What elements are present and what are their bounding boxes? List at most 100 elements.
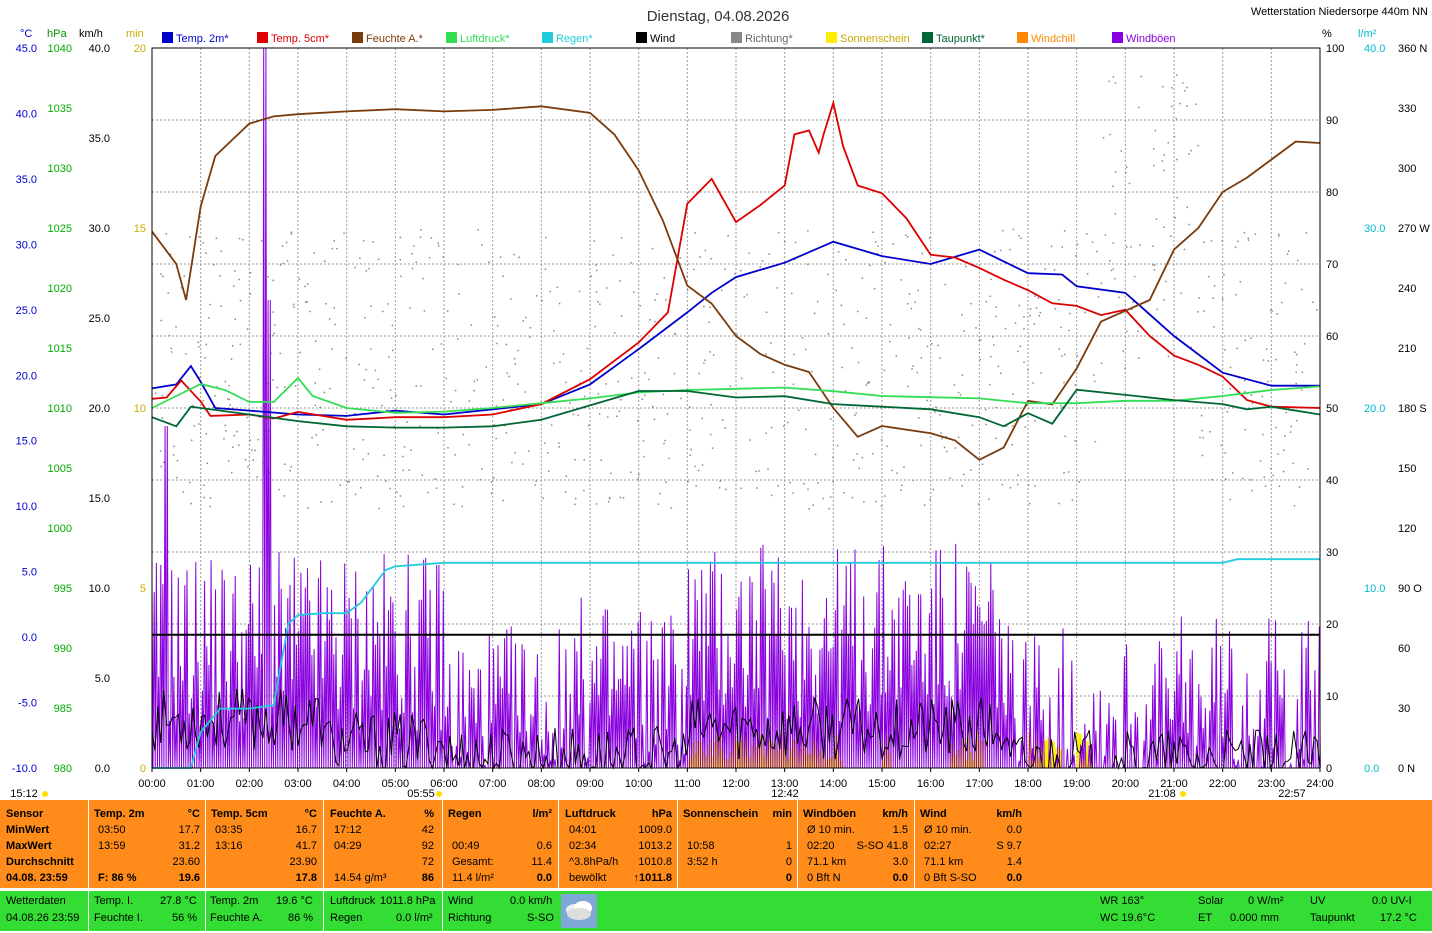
table-cell: 1.4 <box>1006 856 1022 868</box>
legend-swatch <box>922 32 933 43</box>
axis-tick-pct: 50 <box>1326 403 1338 415</box>
table-cell: 86 <box>421 872 434 884</box>
table-cell: Durchschnitt <box>6 856 74 868</box>
table-cell: 04:01 <box>569 824 597 836</box>
et-value: 0.000 mm <box>1230 912 1279 924</box>
legend-swatch <box>1112 32 1123 43</box>
table-cell: Regen <box>448 808 482 820</box>
axis-tick-dir: 360 N <box>1398 43 1427 55</box>
axis-tick-temp: 5.0 <box>22 567 37 579</box>
axis-tick-dir: 150 <box>1398 463 1416 475</box>
wetterdaten-label: Wetterdaten <box>6 895 66 907</box>
axis-tick-pct: 20 <box>1326 619 1338 631</box>
table-cell: 14.54 g/m³ <box>334 872 387 884</box>
axis-tick-rain: 30.0 <box>1364 223 1385 235</box>
table-cell: % <box>424 808 434 820</box>
axis-tick-hpa: 1025 <box>48 223 72 235</box>
temp-i-value: 27.8 °C <box>160 895 197 907</box>
current-values-bar: Wetterdaten 04.08.26 23:59 Temp. I. 27.8… <box>0 891 1432 931</box>
table-cell: 3:52 h <box>687 856 718 868</box>
table-cell: Ø 10 min. <box>924 824 972 836</box>
legend-label: Regen* <box>556 33 593 45</box>
table-cell: 3.0 <box>892 856 908 868</box>
temp2m-label: Temp. 2m <box>210 895 259 907</box>
axis-tick-hpa: 1020 <box>48 283 72 295</box>
luftdruck-label: Luftdruck <box>330 895 376 907</box>
axis-tick-kmh: 5.0 <box>95 673 110 685</box>
table-cell: 19.6 <box>178 872 200 884</box>
axis-tick-hpa: 990 <box>54 643 72 655</box>
x-tick-label: 19:00 <box>1063 778 1091 790</box>
table-cell: 71.1 km <box>924 856 964 868</box>
series-line <box>151 105 1321 461</box>
axis-tick-pct: 70 <box>1326 259 1338 271</box>
axis-tick-pct: 10 <box>1326 691 1338 703</box>
legend-label: Wind <box>650 33 675 45</box>
x-tick-label: 09:00 <box>576 778 604 790</box>
table-cell: km/h <box>882 808 908 820</box>
table-cell: 16.7 <box>295 824 317 836</box>
axis-tick-hpa: 995 <box>54 583 72 595</box>
table-cell: 1.5 <box>892 824 908 836</box>
table-cell: °C <box>304 808 317 820</box>
axis-tick-hpa: 985 <box>54 703 72 715</box>
x-tick-label: 10:00 <box>625 778 653 790</box>
axis-tick-dir: 90 O <box>1398 583 1422 595</box>
temp-i-label: Temp. I. <box>94 895 134 907</box>
table-cell: 11.4 <box>531 856 552 868</box>
unit-kmh: km/h <box>79 28 103 40</box>
legend-swatch <box>162 32 173 43</box>
axis-tick-temp: -10.0 <box>12 763 37 775</box>
solar-value: 0 W/m² <box>1248 895 1284 907</box>
axis-tick-pct: 30 <box>1326 547 1338 559</box>
table-cell: 1 <box>785 840 792 852</box>
axis-tick-temp: 0.0 <box>22 632 37 644</box>
table-cell: 42 <box>421 824 434 836</box>
axis-tick-rain: 20.0 <box>1364 403 1385 415</box>
axis-tick-dir: 330 <box>1398 103 1416 115</box>
legend-swatch <box>1017 32 1028 43</box>
table-cell: 72 <box>421 856 434 868</box>
axis-tick-min: 0 <box>140 763 146 775</box>
table-cell: 0.6 <box>536 840 552 852</box>
legend-swatch <box>446 32 457 43</box>
legend-label: Luftdruck* <box>460 33 510 45</box>
table-cell: 02:20 <box>807 840 835 852</box>
table-cell: F: 86 % <box>98 872 137 884</box>
legend-label: Windböen <box>1126 33 1176 45</box>
axis-tick-min: 5 <box>140 583 146 595</box>
x-tick-label: 16:00 <box>917 778 945 790</box>
legend-swatch <box>352 32 363 43</box>
axis-tick-dir: 0 N <box>1398 763 1415 775</box>
wetterdaten-time: 04.08.26 23:59 <box>6 912 80 924</box>
table-cell: 03:35 <box>215 824 243 836</box>
table-cell: 04.08. 23:59 <box>6 872 68 884</box>
axis-tick-hpa: 1010 <box>48 403 72 415</box>
richtung-label: Richtung <box>448 912 492 924</box>
x-tick-label: 15:00 <box>868 778 896 790</box>
feuchte-a-label: Feuchte A. <box>210 912 263 924</box>
axis-tick-pct: 40 <box>1326 475 1338 487</box>
axis-tick-temp: 45.0 <box>16 43 37 55</box>
unit-pct: % <box>1322 28 1332 40</box>
axis-tick-hpa: 1040 <box>48 43 72 55</box>
table-cell: 71.1 km <box>807 856 847 868</box>
x-tick-label: 24:00 <box>1306 778 1334 790</box>
axis-tick-hpa: 1015 <box>48 343 72 355</box>
x-tick-label: 12:00 <box>722 778 750 790</box>
legend-label: Feuchte A.* <box>366 33 424 45</box>
unit-min: min <box>126 28 144 40</box>
axis-tick-pct: 100 <box>1326 43 1344 55</box>
table-cell: ↑1011.8 <box>633 872 672 884</box>
axis-tick-hpa: 980 <box>54 763 72 775</box>
astro-moonset: 15:12 <box>10 788 38 800</box>
table-cell: Windböen <box>803 808 857 820</box>
regen-label: Regen <box>330 912 363 924</box>
table-cell: 0.0 <box>1006 824 1022 836</box>
table-cell: 0 Bft S-SO <box>924 872 977 884</box>
axis-tick-pct: 0 <box>1326 763 1332 775</box>
table-cell: MinWert <box>6 824 50 836</box>
table-cell: Sonnenschein <box>683 808 759 820</box>
table-cell: 0 <box>785 872 792 884</box>
table-cell: 02:27 <box>924 840 952 852</box>
